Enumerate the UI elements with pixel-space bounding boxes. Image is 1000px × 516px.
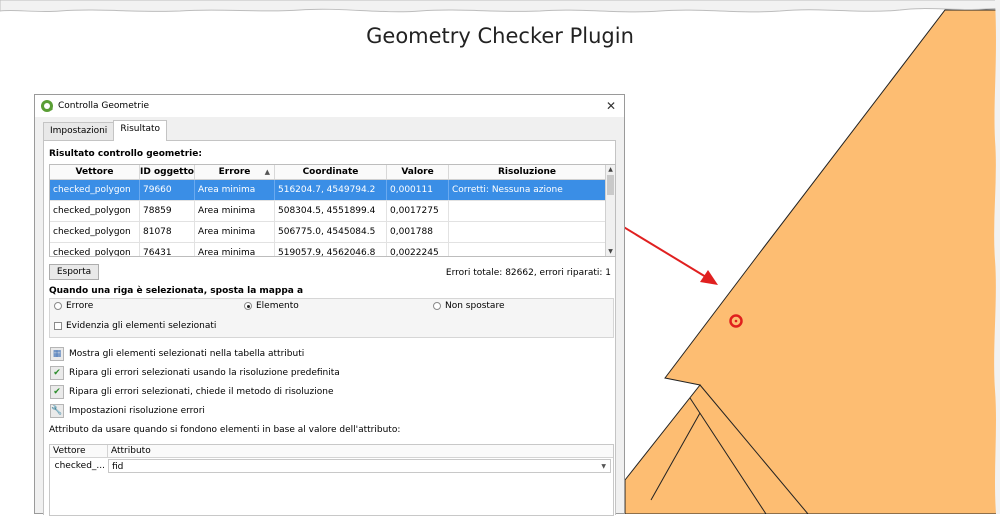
fix-default-label: Ripara gli errori selezionati usando la …: [69, 368, 340, 378]
attr-row-layer: checked_...: [54, 461, 105, 471]
dialog-titlebar: Controlla Geometrie ✕: [35, 95, 624, 117]
cell-layer: checked_polygon: [50, 243, 140, 256]
cell-feature-id: 79660: [140, 180, 195, 200]
merge-attribute-table: Vettore Attributo checked_... fid ▼: [49, 444, 614, 516]
fix-ask-method-label: Ripara gli errori selezionati, chiede il…: [69, 387, 334, 397]
table-header: Vettore ID oggetto Errore ▲ Coordinate Va…: [50, 165, 615, 180]
cell-coordinates: 516204.7, 4549794.2: [275, 180, 387, 200]
torn-edge-top: [0, 0, 1000, 13]
attr-column-attribute: Attributo: [111, 446, 151, 456]
column-header-resolution[interactable]: Risoluzione: [449, 165, 606, 179]
cell-layer: checked_polygon: [50, 222, 140, 242]
errors-table: Vettore ID oggetto Errore ▲ Coordinate Va…: [49, 164, 616, 257]
cell-layer: checked_polygon: [50, 180, 140, 200]
dialog-title: Controlla Geometrie: [58, 101, 149, 111]
move-map-options: Errore Elemento Non spostare Evidenzia g…: [49, 298, 614, 338]
result-panel: Risultato controllo geometrie: Vettore I…: [43, 140, 616, 516]
column-header-coordinates[interactable]: Coordinate: [275, 165, 387, 179]
scroll-up-icon[interactable]: ▲: [606, 165, 615, 174]
column-header-layer[interactable]: Vettore: [50, 165, 140, 179]
checkmark-icon: ✔: [50, 366, 64, 380]
cell-resolution: Corretti: Nessuna azione: [449, 180, 606, 200]
move-map-heading: Quando una riga è selezionata, sposta la…: [49, 286, 304, 296]
cell-value: 0,0022245: [387, 243, 449, 256]
cell-error: Area minima: [195, 243, 275, 256]
table-row[interactable]: checked_polygon 79660 Area minima 516204…: [50, 180, 615, 201]
cell-error: Area minima: [195, 201, 275, 221]
sort-ascending-icon: ▲: [264, 168, 270, 176]
cell-coordinates: 506775.0, 4545084.5: [275, 222, 387, 242]
cell-feature-id: 76431: [140, 243, 195, 256]
cell-feature-id: 78859: [140, 201, 195, 221]
geometry-checker-dialog: Controlla Geometrie ✕ Impostazioni Risul…: [34, 94, 625, 516]
radio-error[interactable]: Errore: [54, 301, 93, 311]
page-title: Geometry Checker Plugin: [366, 24, 634, 48]
checkmark-icon: ✔: [50, 385, 64, 399]
scroll-down-icon[interactable]: ▼: [606, 247, 615, 256]
table-row[interactable]: checked_polygon 76431 Area minima 519057…: [50, 243, 615, 256]
highlight-checkbox[interactable]: Evidenzia gli elementi selezionati: [54, 321, 216, 331]
table-row[interactable]: checked_polygon 81078 Area minima 506775…: [50, 222, 615, 243]
attr-table-row: checked_... fid ▼: [50, 458, 613, 474]
fix-default-button[interactable]: ✔ Ripara gli errori selezionati usando l…: [50, 366, 340, 380]
radio-element-label: Elemento: [256, 301, 299, 311]
attr-table-header: Vettore Attributo: [50, 445, 613, 458]
close-icon[interactable]: ✕: [606, 99, 616, 113]
attribute-select[interactable]: fid ▼: [108, 459, 611, 473]
qgis-logo-icon: [41, 100, 53, 112]
fix-ask-method-button[interactable]: ✔ Ripara gli errori selezionati, chiede …: [50, 385, 333, 399]
cell-error: Area minima: [195, 180, 275, 200]
radio-dont-move[interactable]: Non spostare: [433, 301, 504, 311]
highlight-checkbox-box: [54, 322, 62, 330]
radio-element[interactable]: Elemento: [244, 301, 299, 311]
cell-feature-id: 81078: [140, 222, 195, 242]
scroll-thumb[interactable]: [607, 175, 614, 195]
cell-resolution: [449, 243, 606, 256]
show-in-attribute-table-label: Mostra gli elementi selezionati nella ta…: [69, 349, 305, 359]
attribute-table-icon: ▦: [50, 347, 64, 361]
attr-column-layer: Vettore: [50, 445, 108, 457]
column-header-feature-id[interactable]: ID oggetto: [140, 165, 195, 179]
column-header-error-label: Errore: [218, 167, 251, 177]
column-header-value[interactable]: Valore: [387, 165, 449, 179]
resolution-settings-label: Impostazioni risoluzione errori: [69, 406, 205, 416]
merge-attribute-heading: Attributo da usare quando si fondono ele…: [49, 425, 401, 435]
cell-value: 0,000111: [387, 180, 449, 200]
error-totals: Errori totale: 82662, errori riparati: 1: [445, 268, 611, 278]
cell-value: 0,0017275: [387, 201, 449, 221]
wrench-icon: 🔧: [50, 404, 64, 418]
cell-layer: checked_polygon: [50, 201, 140, 221]
radio-error-indicator: [54, 302, 62, 310]
highlight-checkbox-label: Evidenzia gli elementi selezionati: [66, 321, 217, 331]
result-heading: Risultato controllo geometrie:: [49, 149, 202, 159]
radio-dont-move-indicator: [433, 302, 441, 310]
tab-settings[interactable]: Impostazioni: [43, 122, 115, 141]
show-in-attribute-table-button[interactable]: ▦ Mostra gli elementi selezionati nella …: [50, 347, 304, 361]
chevron-down-icon: ▼: [601, 463, 606, 470]
cell-coordinates: 519057.9, 4562046.8: [275, 243, 387, 256]
cell-value: 0,001788: [387, 222, 449, 242]
radio-error-label: Errore: [66, 301, 94, 311]
export-button[interactable]: Esporta: [49, 264, 99, 280]
tab-result[interactable]: Risultato: [113, 120, 168, 141]
radio-element-indicator: [244, 302, 252, 310]
table-row[interactable]: checked_polygon 78859 Area minima 508304…: [50, 201, 615, 222]
cell-resolution: [449, 201, 606, 221]
cell-error: Area minima: [195, 222, 275, 242]
attribute-select-value: fid: [112, 462, 124, 472]
tab-bar: Impostazioni Risultato: [43, 120, 168, 141]
cell-resolution: [449, 222, 606, 242]
resolution-settings-button[interactable]: 🔧 Impostazioni risoluzione errori: [50, 404, 205, 418]
radio-dont-move-label: Non spostare: [445, 301, 505, 311]
column-header-error[interactable]: Errore ▲: [195, 165, 275, 179]
table-scrollbar[interactable]: ▲ ▼: [605, 165, 615, 256]
cell-coordinates: 508304.5, 4551899.4: [275, 201, 387, 221]
